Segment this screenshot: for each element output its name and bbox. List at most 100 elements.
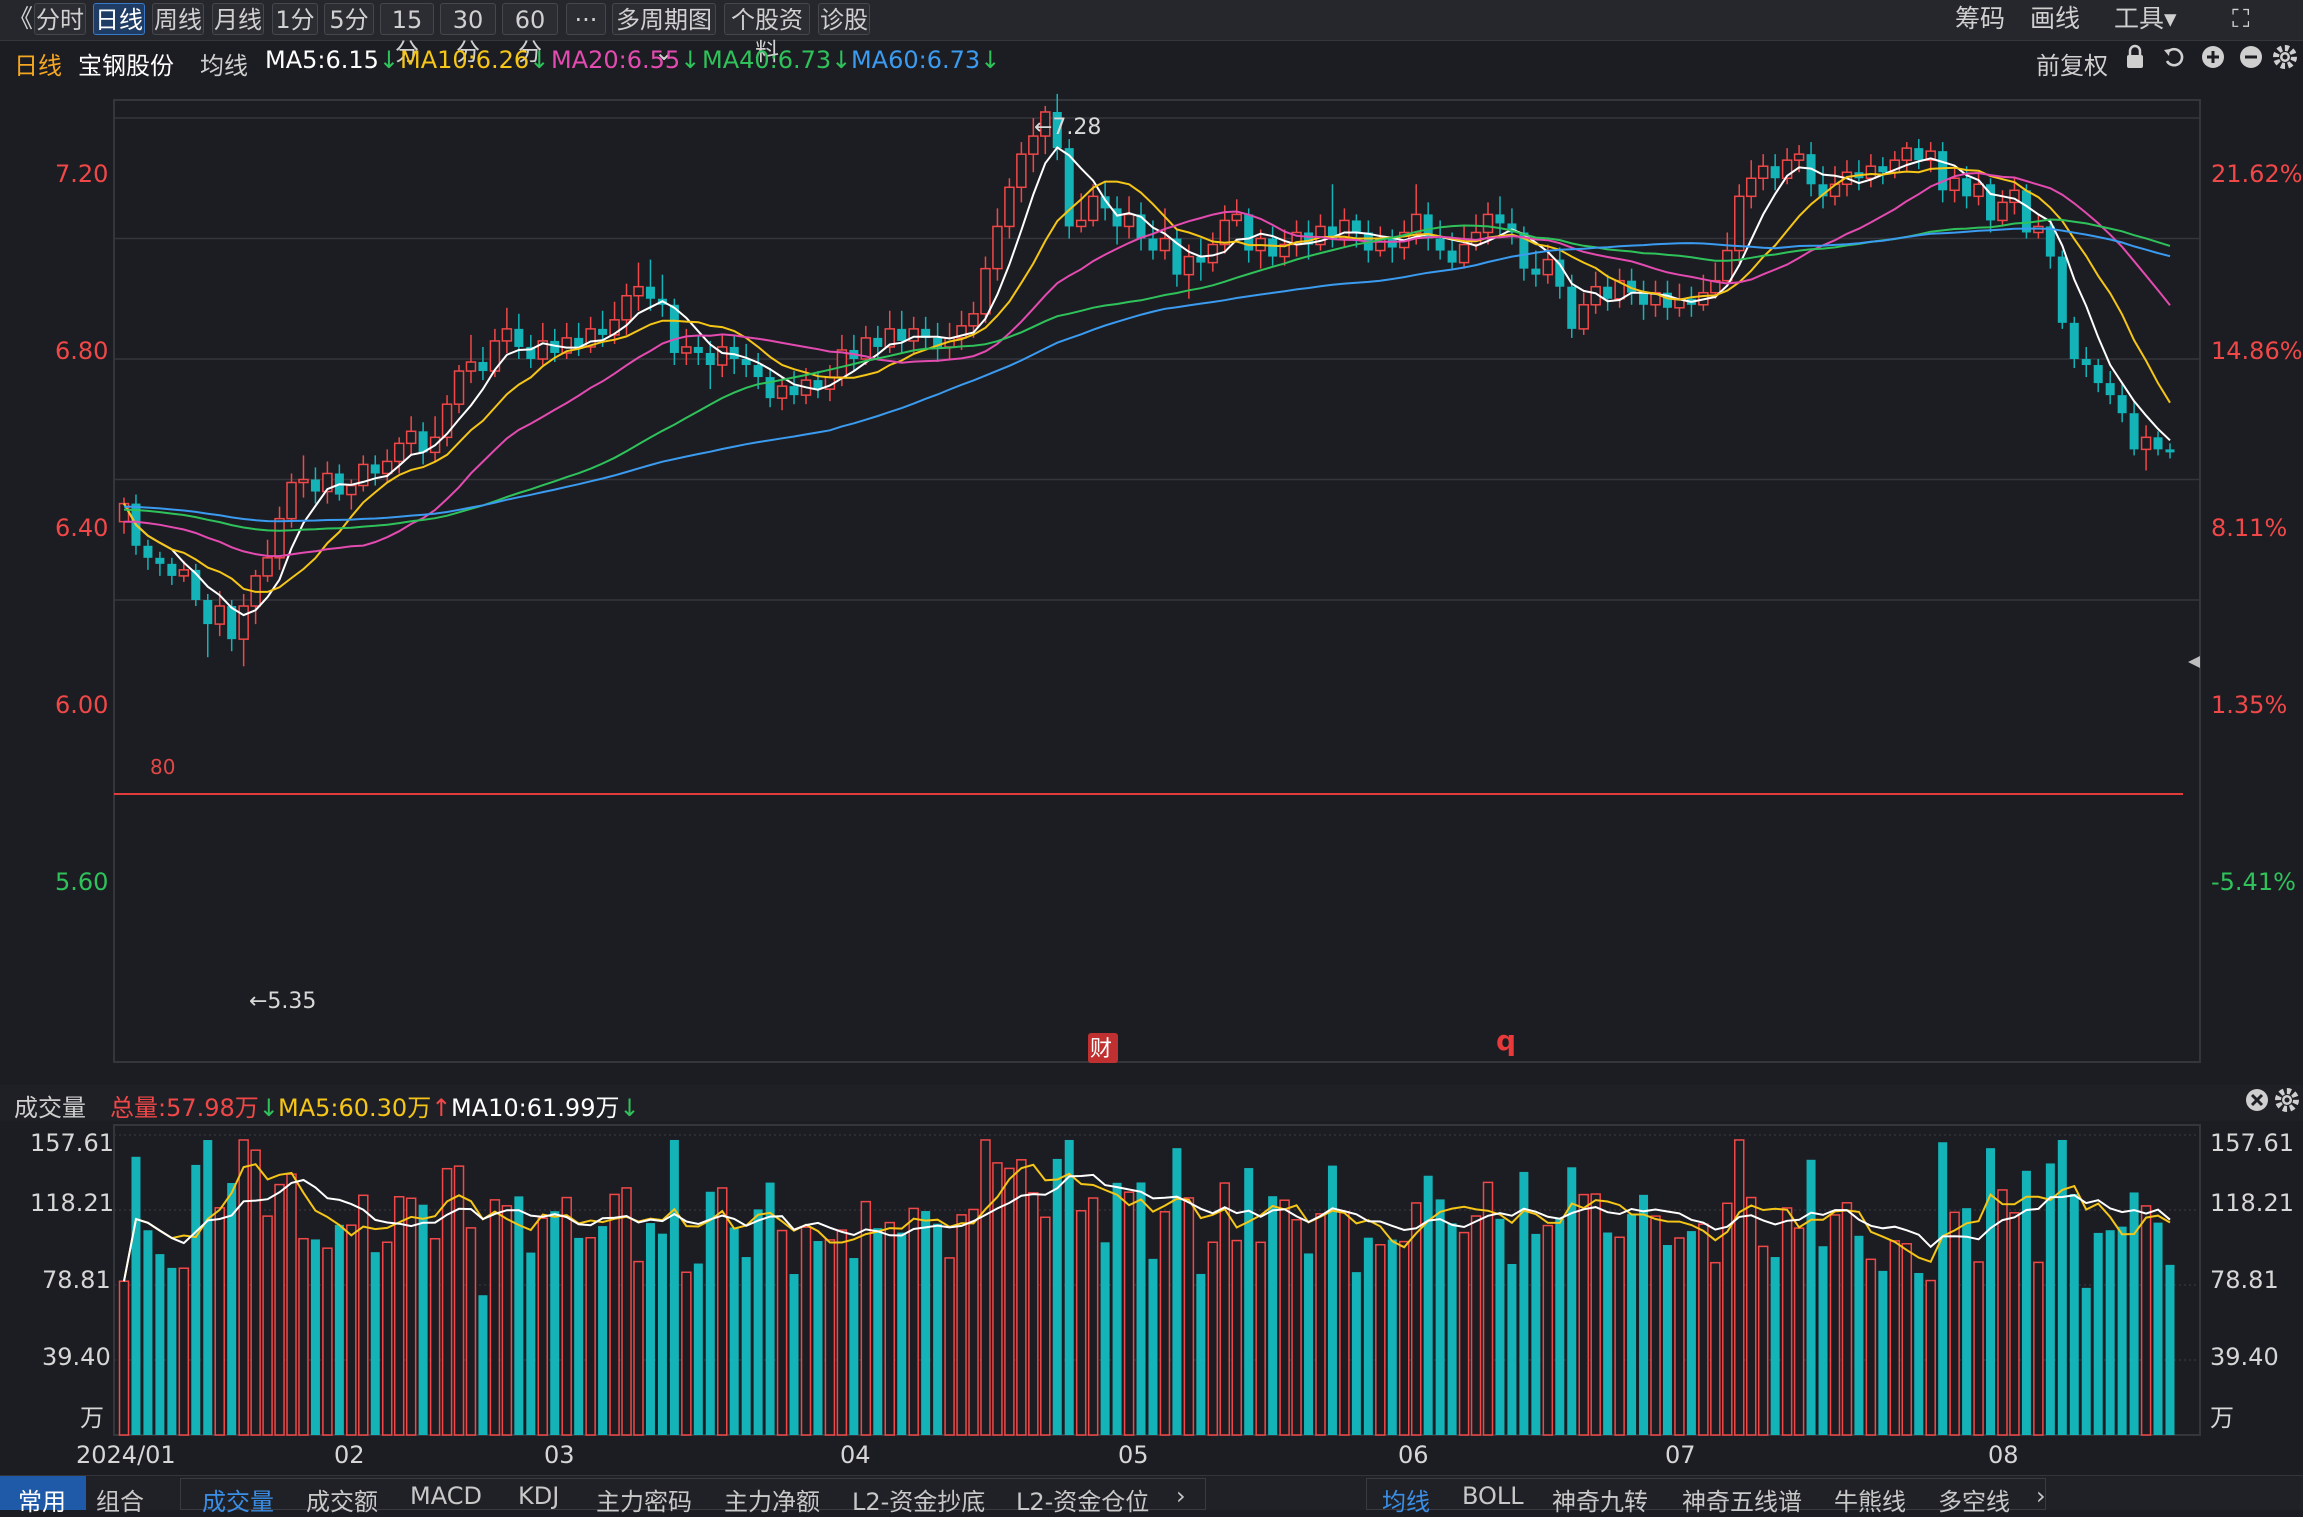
lock-icon[interactable] [2124,44,2146,76]
candle-body-up [1734,195,1745,252]
volume-bar-down [2117,1226,2127,1435]
candle-body-down [789,386,799,396]
tab-kdj[interactable]: KDJ [518,1482,559,1510]
candle-body-up [1183,255,1195,276]
tab-five-lines[interactable]: 神奇五线谱 [1682,1482,1802,1517]
candle-body-down [1387,238,1397,248]
volume-bar-down [1914,1272,1924,1435]
volume-bar-up [1123,1191,1135,1436]
tab-main-net[interactable]: 主力净额 [724,1482,820,1517]
close-indicator-icon[interactable] [2244,1087,2270,1119]
ma-label[interactable]: 均线 [200,46,248,81]
tab-l2-position[interactable]: L2-资金仓位 [1016,1482,1149,1517]
price-grid [114,117,2200,601]
volume-bar-down [478,1295,488,1435]
period-button-intraday[interactable]: 分时 [34,3,86,35]
volume-bar-up [286,1173,297,1436]
ma5-line [123,146,2171,617]
tab-long-short[interactable]: 多空线 [1938,1482,2010,1517]
candle-body-up [214,605,225,625]
candle-body-down [2129,413,2139,450]
volume-bar-up [1040,1216,1051,1436]
volume-bar-up [262,1215,273,1436]
volume-chart[interactable]: 157.61 118.21 78.81 39.40 万 157.61 118.2… [0,1121,2303,1437]
period-button-1min[interactable]: 1分 [272,3,318,35]
candle-body-up [1949,177,1960,192]
diagnose-button[interactable]: 诊股 [818,3,870,35]
left-price-axis: 7.20 6.80 6.40 6.00 5.60 [55,160,108,896]
volume-bar-up [1781,1207,1793,1436]
volume-bar-down [131,1156,141,1435]
tab-macd[interactable]: MACD [410,1482,482,1510]
volume-bar-down [1495,1218,1505,1435]
period-button-daily[interactable]: 日线 [93,3,145,35]
adjust-button[interactable]: 前复权 [2036,46,2108,81]
volume-settings-icon[interactable] [2274,1087,2300,1119]
stock-profile-button[interactable]: 个股资料 [724,3,810,66]
zoom-in-icon[interactable] [2200,44,2226,76]
tab-bull-bear[interactable]: 牛熊线 [1834,1482,1906,1517]
collapse-back-icon[interactable]: 《 [8,3,33,35]
candle-body-up [1997,201,2008,222]
volume-bar-down [1962,1208,1972,1435]
volume-bar-down [1148,1258,1158,1435]
period-button-15min[interactable]: 15分 [380,3,434,66]
stock-name[interactable]: 宝钢股份 [78,46,174,81]
chips-button[interactable]: 筹码 [1955,3,2005,35]
fullscreen-icon[interactable]: ⛶ [2232,3,2250,35]
volume-bar-up [1674,1237,1685,1436]
tab-boll[interactable]: BOLL [1462,1482,1524,1510]
candle-body-down [1447,250,1457,263]
tab-turnover[interactable]: 成交额 [306,1482,378,1517]
period-button-monthly[interactable]: 月线 [212,3,264,35]
tab-l2-bottom-fishing[interactable]: L2-资金抄底 [852,1482,985,1517]
volume-bar-up [1315,1213,1326,1436]
settings-icon[interactable] [2272,44,2298,76]
tab-common[interactable]: 常用 [18,1482,66,1517]
multi-period-button[interactable]: 多周期图 ⌄ [612,3,716,66]
candle-body-down [1914,148,1924,161]
draw-line-button[interactable]: 画线 [2030,3,2080,35]
volume-bar-up [776,1229,788,1436]
volume-bar-down [574,1237,584,1435]
zoom-out-icon[interactable] [2238,44,2264,76]
volume-bar-up [1745,1196,1757,1436]
candle-body-down [143,545,153,558]
candle-body-up [298,478,309,484]
volume-bar-down [1435,1199,1445,1435]
period-button-5min[interactable]: 5分 [324,3,374,35]
overlay-more-icon[interactable]: › [2036,1482,2046,1510]
candle-body-down [310,479,320,492]
volume-bar-up [1757,1245,1769,1436]
candle-body-down [1495,214,1505,224]
tab-main-code[interactable]: 主力密码 [596,1482,692,1517]
tab-volume[interactable]: 成交量 [202,1482,274,1517]
tab-nine-turns[interactable]: 神奇九转 [1552,1482,1648,1517]
volume-bar-down [1603,1232,1613,1435]
volume-tick-label: 118.21 [2210,1189,2294,1217]
tab-combo[interactable]: 组合 [96,1482,144,1517]
more-periods-button[interactable]: ··· [566,3,606,35]
volume-bar-up [1889,1240,1901,1436]
percent-tick-label: 21.62% [2211,160,2303,188]
candle-body-down [2153,437,2163,450]
period-button-60min[interactable]: 60分 [502,3,558,66]
tools-button[interactable]: 工具▾ [2114,3,2177,35]
volume-title[interactable]: 成交量 [14,1088,86,1123]
candlestick-chart[interactable]: 80 ←7.28 ←5.35 财 q 7.20 6.80 6.40 6.00 5… [0,80,2303,1080]
candle-body-up [274,517,285,559]
period-button-30min[interactable]: 30分 [440,3,496,66]
candle-body-up [1745,177,1757,198]
candle-body-up [1458,243,1470,264]
cai-badge-text: 财 [1090,1037,1112,1062]
period-button-weekly[interactable]: 周线 [152,3,204,35]
volume-bar-down [873,1228,883,1435]
undo-icon[interactable] [2162,44,2188,76]
financial-report-badge[interactable]: 财 [1088,1033,1118,1063]
q-badge[interactable]: q [1496,1024,1516,1057]
volume-bar-up [1865,1258,1877,1436]
current-price-pointer-icon [2188,656,2200,668]
volume-bar-down [2165,1264,2175,1435]
tab-ma[interactable]: 均线 [1382,1482,1430,1517]
indicator-more-icon[interactable]: › [1176,1482,1186,1510]
